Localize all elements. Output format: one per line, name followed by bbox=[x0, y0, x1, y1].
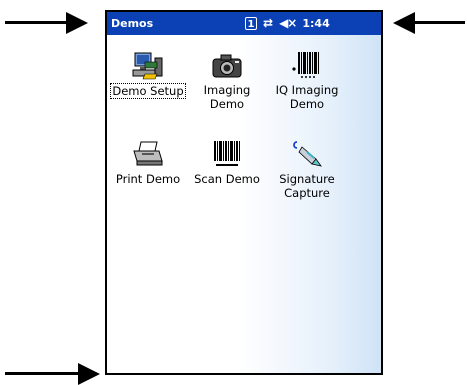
sync-arrows-icon[interactable]: ⇄ bbox=[263, 16, 273, 30]
pen-signature-icon bbox=[293, 141, 322, 167]
clock[interactable]: 1:44 bbox=[302, 17, 329, 30]
device-screen: Demos 1 ⇄ ◀× 1:44 Demo Setup Imaging Dem… bbox=[105, 10, 383, 375]
window-title: Demos bbox=[111, 17, 154, 30]
app-demo-setup[interactable]: Demo Setup bbox=[107, 50, 189, 99]
speaker-muted-icon[interactable]: ◀× bbox=[279, 16, 297, 30]
app-label: Demo Setup bbox=[110, 83, 186, 99]
app-label: Imaging Demo bbox=[203, 83, 251, 111]
camera-icon bbox=[212, 54, 242, 78]
app-label: Signature Capture bbox=[279, 172, 335, 200]
number-badge-icon[interactable]: 1 bbox=[245, 16, 257, 30]
printer-icon bbox=[133, 141, 163, 166]
annotation-arrow-top-left bbox=[5, 12, 88, 34]
app-label: IQ Imaging Demo bbox=[275, 83, 339, 111]
status-area: 1 ⇄ ◀× 1:44 bbox=[245, 16, 330, 30]
app-print-demo[interactable]: Print Demo bbox=[107, 139, 189, 186]
barcode-iq-icon bbox=[292, 52, 319, 78]
annotation-arrow-bottom-left bbox=[5, 363, 100, 385]
computer-setup-icon bbox=[132, 52, 163, 80]
title-bar: Demos 1 ⇄ ◀× 1:44 bbox=[107, 12, 381, 35]
app-label: Print Demo bbox=[115, 172, 181, 186]
app-scan-demo[interactable]: Scan Demo bbox=[192, 139, 262, 186]
app-signature-capture[interactable]: Signature Capture bbox=[272, 139, 342, 200]
app-iq-imaging-demo[interactable]: IQ Imaging Demo bbox=[272, 50, 342, 111]
annotation-arrow-top-right bbox=[393, 12, 465, 34]
barcode-scan-icon bbox=[214, 141, 240, 166]
app-label: Scan Demo bbox=[194, 172, 260, 186]
app-imaging-demo[interactable]: Imaging Demo bbox=[192, 50, 262, 111]
